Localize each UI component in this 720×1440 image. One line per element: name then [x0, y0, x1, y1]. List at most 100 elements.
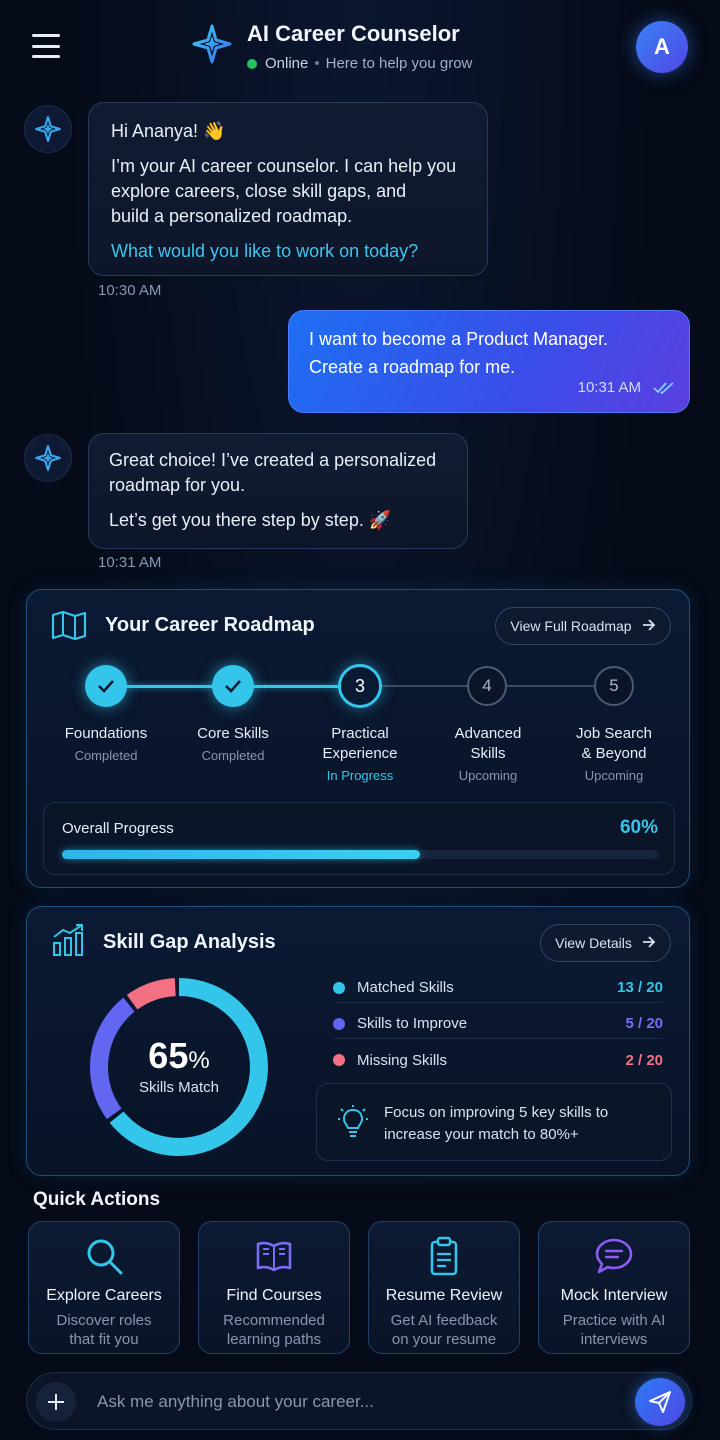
user-avatar[interactable]: A: [636, 21, 688, 73]
tip-text: Focus on improving 5 key skills to incre…: [384, 1102, 608, 1146]
tagline: Here to help you grow: [325, 55, 473, 72]
find-courses-action[interactable]: Find Courses Recommended learning paths: [198, 1221, 350, 1354]
step-label: Practical: [331, 725, 389, 742]
step-complete-check-icon: [85, 665, 127, 707]
clipboard-icon: [430, 1236, 458, 1276]
step-status: In Progress: [326, 768, 394, 783]
progress-bar: [62, 850, 659, 859]
skill-gap-card: Skill Gap Analysis View Details 65% Skil…: [26, 906, 690, 1176]
message-timestamp: 10:31 AM: [577, 379, 641, 396]
step-label: Skills: [470, 745, 506, 762]
tip-line: increase your match to 80%+: [384, 1126, 579, 1143]
online-indicator-icon: [247, 58, 257, 69]
greeting-text: Hi Ananya! 👋: [111, 121, 226, 141]
view-full-roadmap-button[interactable]: View Full Roadmap: [495, 607, 671, 645]
legend-dot-icon: [333, 1017, 345, 1030]
composer-bar: [26, 1372, 692, 1430]
arrow-right-icon: [642, 935, 656, 951]
send-button[interactable]: [635, 1378, 685, 1426]
button-label: View Details: [555, 935, 632, 951]
message-line: Let’s get you there step by step. 🚀: [109, 510, 392, 530]
map-icon: [51, 610, 87, 640]
chat-icon: [595, 1238, 633, 1274]
progress-label: Overall Progress: [62, 820, 174, 837]
sparkle-icon: [35, 445, 61, 471]
menu-bar: [32, 44, 60, 48]
legend-label: Skills to Improve: [357, 1015, 468, 1032]
action-subtitle: Get AI feedback: [390, 1312, 498, 1329]
tip-line: Focus on improving 5 key skills to: [384, 1104, 609, 1121]
action-subtitle: learning paths: [226, 1331, 322, 1348]
search-icon: [87, 1239, 123, 1275]
legend-matched: Matched Skills 13 / 20: [333, 973, 663, 1003]
menu-bar: [32, 34, 60, 37]
skill-gap-title: Skill Gap Analysis: [103, 931, 276, 953]
message-line: explore careers, close skill gaps, and: [111, 181, 407, 201]
app-title: AI Career Counselor: [247, 21, 460, 46]
legend-missing: Missing Skills 2 / 20: [333, 1045, 663, 1075]
step-status: Completed: [201, 748, 265, 763]
chat-input[interactable]: [97, 1387, 617, 1417]
roadmap-step[interactable]: Foundations Completed: [47, 724, 165, 763]
step-label: Job Search: [576, 725, 652, 742]
lightbulb-icon: [338, 1105, 368, 1137]
book-icon: [256, 1241, 292, 1272]
quick-actions-title: Quick Actions: [33, 1189, 161, 1210]
message-timestamp: 10:30 AM: [98, 282, 162, 299]
action-subtitle: that fit you: [69, 1331, 139, 1348]
add-attachment-button[interactable]: [36, 1382, 76, 1422]
step-current: 3: [338, 664, 382, 708]
bot-message-bubble: Great choice! I’ve created a personalize…: [88, 433, 468, 549]
bot-avatar: [24, 434, 72, 482]
step-label: Core Skills: [197, 725, 269, 742]
message-line: roadmap for you.: [109, 475, 246, 495]
message-line: I’m your AI career counselor. I can help…: [111, 156, 457, 176]
step-upcoming: 5: [594, 666, 634, 706]
legend-value: 13 / 20: [617, 979, 663, 996]
legend-label: Matched Skills: [357, 979, 454, 996]
progress-percent: 60%: [619, 817, 658, 838]
online-status: Online: [265, 55, 309, 72]
action-subtitle: Practice with AI: [562, 1312, 666, 1329]
sparkle-logo-icon: [192, 24, 232, 64]
resume-review-action[interactable]: Resume Review Get AI feedback on your re…: [368, 1221, 520, 1354]
step-status: Upcoming: [458, 768, 518, 783]
roadmap-step[interactable]: Advanced Skills Upcoming: [429, 724, 547, 783]
step-label: Experience: [322, 745, 398, 762]
skills-match-label: Skills Match: [138, 1079, 220, 1096]
separator: •: [314, 55, 320, 72]
prompt-question: What would you like to work on today?: [111, 241, 419, 261]
view-details-button[interactable]: View Details: [540, 924, 671, 962]
mock-interview-action[interactable]: Mock Interview Practice with AI intervie…: [538, 1221, 690, 1354]
legend-label: Missing Skills: [357, 1051, 448, 1069]
button-label: View Full Roadmap: [510, 618, 632, 634]
explore-careers-action[interactable]: Explore Careers Discover roles that fit …: [28, 1221, 180, 1354]
step-status: Upcoming: [584, 768, 644, 783]
action-title: Find Courses: [226, 1287, 322, 1304]
message-line: Great choice! I’ve created a personalize…: [109, 450, 437, 470]
roadmap-step[interactable]: Job Search & Beyond Upcoming: [555, 724, 673, 783]
legend-improve: Skills to Improve 5 / 20: [333, 1009, 663, 1039]
legend-value: 5 / 20: [625, 1015, 663, 1032]
plus-icon: [48, 1394, 64, 1410]
roadmap-step[interactable]: Practical Experience In Progress: [301, 724, 419, 783]
step-label: Advanced: [454, 725, 522, 742]
message-line: I want to become a Product Manager.: [309, 329, 609, 349]
percent-sign: %: [188, 1047, 210, 1074]
bot-avatar: [24, 105, 72, 153]
send-icon: [649, 1391, 671, 1413]
action-subtitle: Discover roles: [56, 1312, 152, 1329]
action-title: Mock Interview: [560, 1287, 668, 1304]
menu-bar: [32, 55, 60, 58]
legend-dot-icon: [333, 981, 345, 994]
double-check-icon: [653, 382, 674, 395]
roadmap-step[interactable]: Core Skills Completed: [174, 724, 292, 763]
menu-button[interactable]: [32, 34, 60, 58]
focus-tip-panel: Focus on improving 5 key skills to incre…: [316, 1083, 672, 1161]
bot-message-bubble: Hi Ananya! 👋 I’m your AI career counselo…: [88, 102, 488, 276]
step-complete-check-icon: [212, 665, 254, 707]
donut-center: 65% Skills Match: [87, 1035, 271, 1096]
user-message-bubble: I want to become a Product Manager. Crea…: [288, 310, 690, 413]
skills-match-percent: 65: [148, 1035, 189, 1076]
arrow-right-icon: [642, 618, 656, 634]
